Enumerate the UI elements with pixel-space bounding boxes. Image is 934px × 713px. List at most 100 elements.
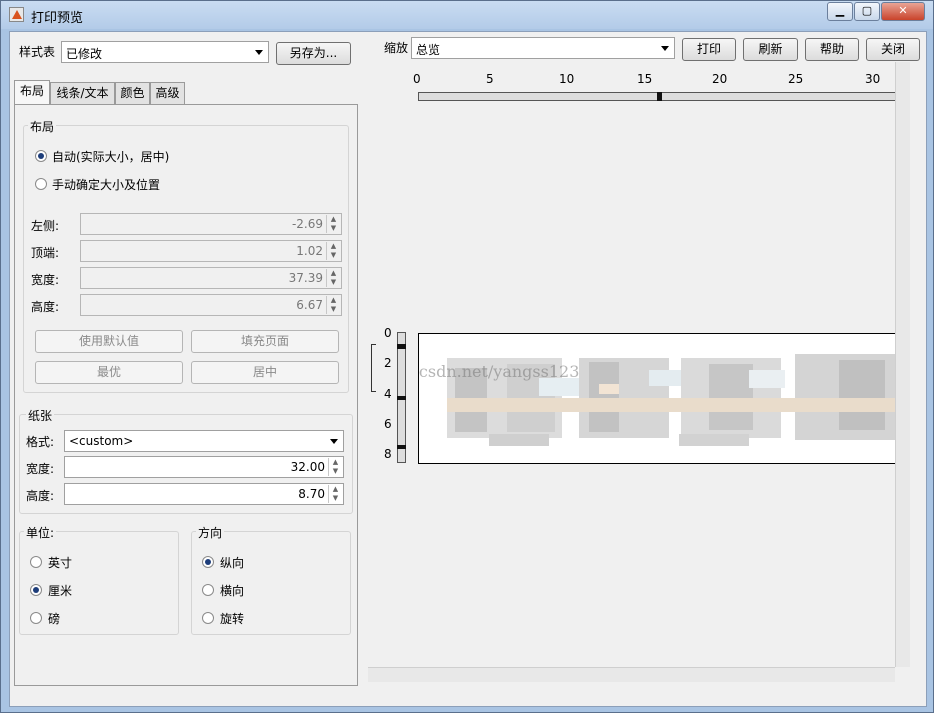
left-spinner[interactable]: -2.69 ▲ ▼ <box>80 213 342 235</box>
spin-arrows-icon[interactable]: ▲ ▼ <box>328 458 342 476</box>
point-radio[interactable] <box>30 612 42 624</box>
matlab-icon <box>9 7 24 22</box>
left-label: 左侧: <box>31 219 60 233</box>
spin-arrows-icon[interactable]: ▲ ▼ <box>326 215 340 233</box>
ruler-v-tick: 8 <box>384 447 392 461</box>
format-label: 格式: <box>26 435 55 449</box>
ruler-v-marker-bottom[interactable] <box>397 396 406 400</box>
settings-panel: 布局 线条/文本 颜色 高级 布局 自动(实际大小，居中) 手动确定大小及位置 … <box>14 80 358 686</box>
page-preview[interactable]: http://blog.csdn.net/yangss123 <box>418 333 902 464</box>
ruler-h-tick: 0 <box>413 72 421 86</box>
print-button[interactable]: 打印 <box>682 38 736 61</box>
paper-format-select[interactable]: <custom> <box>64 430 344 452</box>
maximize-button[interactable]: ▢ <box>854 2 880 21</box>
manual-label: 手动确定大小及位置 <box>52 178 161 192</box>
paper-width-spinner[interactable]: 32.00 ▲ ▼ <box>64 456 344 478</box>
refresh-button[interactable]: 刷新 <box>743 38 798 61</box>
ruler-v-marker-end[interactable] <box>397 445 406 449</box>
zoom-value: 总览 <box>416 43 441 57</box>
paper-group: 纸张 格式: <custom> 宽度: 32.00 ▲ ▼ 高度: 8.70 ▲ ▼ <box>19 407 353 514</box>
center-button[interactable]: 居中 <box>191 361 339 384</box>
stylesheet-select[interactable]: 已修改 <box>61 41 269 63</box>
paper-height-spinner[interactable]: 8.70 ▲ ▼ <box>64 483 344 505</box>
tab-color[interactable]: 颜色 <box>115 82 150 104</box>
save-as-button[interactable]: 另存为... <box>276 42 351 65</box>
chevron-down-icon <box>255 50 263 55</box>
best-fit-button[interactable]: 最优 <box>35 361 183 384</box>
left-value: -2.69 <box>291 217 323 231</box>
window-title: 打印预览 <box>31 11 84 26</box>
horizontal-scrollbar[interactable] <box>368 667 895 682</box>
inch-label: 英寸 <box>48 556 73 570</box>
ruler-v-tick: 2 <box>384 356 392 370</box>
blurred-figure-image <box>447 354 899 446</box>
stylesheet-label: 样式表 <box>19 45 56 59</box>
watermark-text: http://blog.csdn.net/yangss123 <box>418 362 580 381</box>
stylesheet-value: 已修改 <box>66 47 103 61</box>
height-spinner[interactable]: 6.67 ▲ ▼ <box>80 294 342 316</box>
ruler-v-tick: 0 <box>384 326 392 340</box>
close-window-button[interactable]: ✕ <box>881 2 925 21</box>
use-default-button[interactable]: 使用默认值 <box>35 330 183 353</box>
ruler-h-tick: 15 <box>637 72 653 86</box>
vertical-scrollbar[interactable] <box>895 62 910 667</box>
paper-group-title: 纸张 <box>26 407 55 424</box>
spin-arrows-icon[interactable]: ▲ ▼ <box>326 242 340 260</box>
auto-radio[interactable] <box>35 150 47 162</box>
tab-advanced[interactable]: 高级 <box>150 82 185 104</box>
ruler-h-marker[interactable] <box>657 92 662 101</box>
layout-group: 布局 自动(实际大小，居中) 手动确定大小及位置 左侧: -2.69 ▲ ▼ 顶端… <box>23 118 349 393</box>
spin-arrows-icon[interactable]: ▲ ▼ <box>326 296 340 314</box>
chevron-down-icon <box>661 46 669 51</box>
portrait-label: 纵向 <box>220 556 245 570</box>
tab-line-text[interactable]: 线条/文本 <box>50 82 115 104</box>
zoom-select[interactable]: 总览 <box>411 37 675 59</box>
rotate-radio[interactable] <box>202 612 214 624</box>
horizontal-ruler[interactable] <box>418 92 902 101</box>
orientation-group: 方向 纵向 横向 旋转 <box>191 524 351 635</box>
spin-arrows-icon[interactable]: ▲ ▼ <box>328 485 342 503</box>
orientation-group-title: 方向 <box>196 524 225 541</box>
tab-layout[interactable]: 布局 <box>14 80 50 104</box>
width-value: 37.39 <box>288 271 323 285</box>
cm-radio[interactable] <box>30 584 42 596</box>
manual-radio[interactable] <box>35 178 47 190</box>
top-spinner[interactable]: 1.02 ▲ ▼ <box>80 240 342 262</box>
ruler-h-tick: 25 <box>788 72 804 86</box>
landscape-label: 横向 <box>220 584 245 598</box>
landscape-radio[interactable] <box>202 584 214 596</box>
top-label: 顶端: <box>31 246 60 260</box>
spin-arrows-icon[interactable]: ▲ ▼ <box>326 269 340 287</box>
client-area: 样式表 已修改 另存为... 布局 线条/文本 颜色 高级 布局 自动(实际大小… <box>9 31 927 707</box>
ruler-v-tick: 4 <box>384 387 392 401</box>
portrait-radio[interactable] <box>202 556 214 568</box>
title-bar: 打印预览 ▁ ▢ ✕ <box>1 1 933 29</box>
print-preview-window: 打印预览 ▁ ▢ ✕ 样式表 已修改 另存为... 布局 线条/文本 颜色 高级… <box>0 0 934 713</box>
ruler-h-tick: 20 <box>712 72 728 86</box>
layout-group-title: 布局 <box>28 118 57 135</box>
top-value: 1.02 <box>296 244 323 258</box>
vertical-ruler[interactable] <box>397 332 406 463</box>
ruler-v-tick: 6 <box>384 417 392 431</box>
tab-body: 布局 自动(实际大小，居中) 手动确定大小及位置 左侧: -2.69 ▲ ▼ 顶端… <box>14 104 358 686</box>
ruler-h-tick: 30 <box>865 72 881 86</box>
minimize-button[interactable]: ▁ <box>827 2 853 21</box>
inch-radio[interactable] <box>30 556 42 568</box>
cm-label: 厘米 <box>48 584 73 598</box>
height-value: 6.67 <box>296 298 323 312</box>
paper-format-value: <custom> <box>69 434 134 448</box>
paper-width-label: 宽度: <box>26 462 55 476</box>
close-button[interactable]: 关闭 <box>866 38 920 61</box>
height-label: 高度: <box>31 300 60 314</box>
width-spinner[interactable]: 37.39 ▲ ▼ <box>80 267 342 289</box>
ruler-h-tick: 5 <box>486 72 494 86</box>
selection-bracket <box>371 344 376 392</box>
units-group: 单位: 英寸 厘米 磅 <box>19 524 179 635</box>
rotate-label: 旋转 <box>220 612 245 626</box>
fill-page-button[interactable]: 填充页面 <box>191 330 339 353</box>
preview-area: 0 5 10 15 20 25 30 0 2 4 6 8 csdn.net/ya… <box>368 62 910 682</box>
help-button[interactable]: 帮助 <box>805 38 859 61</box>
zoom-label: 缩放 <box>384 41 409 55</box>
ruler-v-marker-top[interactable] <box>397 344 406 349</box>
auto-label: 自动(实际大小，居中) <box>52 150 170 164</box>
